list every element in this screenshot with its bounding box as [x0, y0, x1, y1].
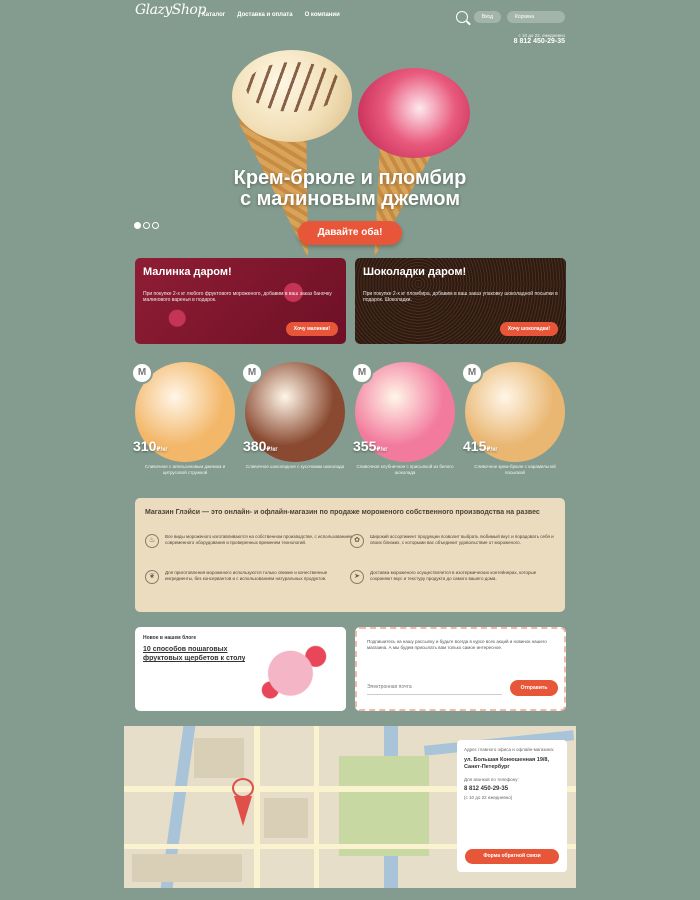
gift-icon: ✿ [350, 534, 364, 548]
pin-scoop [232, 778, 254, 798]
price-unit: ₽/кг [266, 447, 278, 453]
subscribe-button[interactable]: Отправить [510, 680, 558, 696]
hero-scoop-creme-brulee [232, 50, 352, 142]
email-field[interactable] [367, 679, 502, 695]
leaf-icon: ❦ [145, 570, 159, 584]
map-block [264, 798, 308, 838]
product-price: 380₽/кг [243, 438, 278, 454]
price-value: 355 [353, 438, 377, 454]
product-card[interactable]: М 355₽/кг Сливочное клубничное с присыпк… [351, 362, 455, 482]
phone-label: Для звонков по телефону: [464, 777, 519, 782]
subscribe-card: Подпишитесь на нашу рассылку и будьте вс… [355, 627, 566, 711]
product-badge: М [241, 362, 263, 384]
hero-title-line1: Крем-брюле и пломбир [233, 167, 467, 189]
nav-about[interactable]: О компании [305, 12, 340, 18]
main-nav: Каталог Доставка и оплата О компании [202, 12, 340, 18]
promo-title: Малинка даром! [143, 266, 232, 278]
product-badge: М [131, 362, 153, 384]
hero-title: Крем-брюле и пломбир с малиновым джемом [0, 168, 700, 210]
product-price: 415₽/кг [463, 438, 498, 454]
product-desc: Сливочное с апельсиновым джемом и цитрус… [144, 464, 226, 475]
map-pin-icon[interactable] [229, 778, 257, 830]
hero-cta-button[interactable]: Давайте оба! [298, 221, 402, 245]
header-actions: Вход Корзина [455, 11, 565, 23]
address-phone[interactable]: 8 812 450-29-35 [464, 786, 560, 792]
search-icon[interactable] [455, 11, 468, 23]
address-text: ул. Большая Конюшенная 19/8, Санкт-Петер… [464, 757, 550, 770]
blog-post-link[interactable]: 10 способов пошаговых фруктовых щербетов… [143, 645, 255, 663]
blog-label: Новое в нашем блоге [143, 635, 197, 641]
blog-image[interactable] [245, 627, 346, 711]
truck-icon: ➤ [350, 570, 364, 584]
about-title: Магазин Глэйси — это онлайн- и офлайн-ма… [145, 509, 540, 516]
promo-title: Шоколадки даром! [363, 266, 467, 278]
blog-card[interactable]: Новое в нашем блоге 10 способов пошаговы… [135, 627, 346, 711]
promo-chocolate-button[interactable]: Хочу шоколадки! [499, 322, 558, 336]
product-price: 310₽/кг [133, 438, 168, 454]
subscribe-text: Подпишитесь на нашу рассылку и будьте вс… [367, 639, 547, 650]
product-badge: М [461, 362, 483, 384]
address-card: Адрес главного офиса и офлайн-магазина: … [457, 740, 567, 872]
hero-scoop-raspberry [358, 68, 470, 158]
price-value: 310 [133, 438, 157, 454]
product-desc: Сливочное клубничное с присыпкой из бело… [356, 464, 454, 475]
login-button[interactable]: Вход [473, 11, 501, 23]
price-unit: ₽/кг [376, 447, 388, 453]
price-value: 380 [243, 438, 267, 454]
product-card[interactable]: М 310₽/кг Сливочное с апельсиновым джемо… [131, 362, 235, 482]
feature-text: Доставка мороженого осуществляется в изо… [370, 570, 537, 581]
promo-raspberry: Малинка даром! При покупке 2-х кг любого… [135, 258, 346, 344]
phone-hours: с 10 до 22, ежедневно [518, 33, 566, 38]
price-unit: ₽/кг [486, 447, 498, 453]
feature-text: Для приготовления мороженого используютс… [165, 570, 328, 581]
promo-text: При покупке 2-х кг пломбира, добавим в в… [363, 291, 558, 303]
nav-delivery[interactable]: Доставка и оплата [237, 12, 292, 18]
pin-cone [234, 796, 252, 826]
promo-chocolate: Шоколадки даром! При покупке 2-х кг плом… [355, 258, 566, 344]
price-value: 415 [463, 438, 487, 454]
logo[interactable]: GlazyShop [135, 2, 206, 18]
address-hours: (с 10 до 22 ежедневно) [464, 795, 513, 800]
slider-dot-1[interactable] [134, 222, 141, 229]
product-card[interactable]: М 380₽/кг Сливочное шоколадное с кусочка… [241, 362, 345, 482]
map-block [132, 854, 242, 882]
feature-text: Широкий ассортимент продукции позволит в… [370, 534, 554, 545]
product-badge: М [351, 362, 373, 384]
nav-catalog[interactable]: Каталог [202, 12, 225, 18]
slider-dots [134, 222, 159, 229]
map-road [314, 726, 319, 888]
map-park [339, 756, 429, 856]
map-block [194, 738, 244, 778]
product-price: 355₽/кг [353, 438, 388, 454]
slider-dot-3[interactable] [152, 222, 159, 229]
spoon-icon: ♨ [145, 534, 159, 548]
feedback-button[interactable]: Форма обратной связи [465, 849, 559, 864]
product-card[interactable]: М 415₽/кг Сливочное крем-брюле с карамел… [461, 362, 565, 482]
product-desc: Сливочное шоколадное с кусочками шоколад… [245, 464, 345, 469]
cart-button[interactable]: Корзина [507, 11, 565, 23]
promo-text: При покупке 2-х кг любого фруктового мор… [143, 291, 332, 303]
product-desc: Сливочное крем-брюле с карамельной посып… [474, 464, 556, 475]
location-map[interactable]: Адрес главного офиса и офлайн-магазина: … [124, 726, 576, 888]
hero-slider: Крем-брюле и пломбир с малиновым джемом … [0, 40, 700, 255]
hero-title-line2: с малиновым джемом [239, 188, 461, 210]
feature-text: Все виды мороженого изготавливаются на с… [165, 534, 353, 545]
site-header: GlazyShop Каталог Доставка и оплата О ко… [0, 0, 700, 45]
slider-dot-2[interactable] [143, 222, 150, 229]
price-unit: ₽/кг [156, 447, 168, 453]
promo-raspberry-button[interactable]: Хочу малинки! [285, 322, 338, 336]
address-label: Адрес главного офиса и офлайн-магазина: [464, 747, 555, 752]
about-section: Магазин Глэйси — это онлайн- и офлайн-ма… [135, 498, 565, 612]
